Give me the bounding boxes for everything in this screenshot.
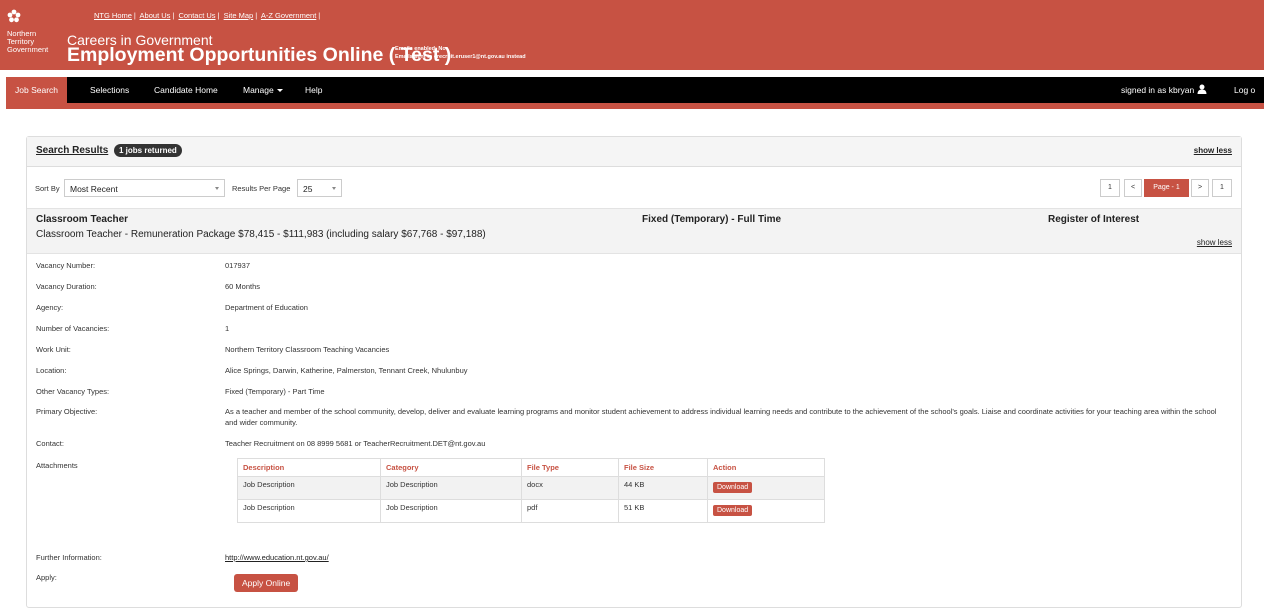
field-label: Location: bbox=[36, 366, 67, 375]
attachment-category: Job Description bbox=[380, 476, 522, 500]
attachment-category: Job Description bbox=[380, 499, 522, 523]
email-notice-line-1: Emails enabled: No bbox=[395, 46, 446, 52]
link-a-z-government[interactable]: A-Z Government bbox=[261, 11, 316, 20]
column-header: File Type bbox=[521, 458, 619, 477]
nav-selections[interactable]: Selections bbox=[90, 77, 129, 103]
field-label: Vacancy Number: bbox=[36, 261, 96, 270]
pagination-last[interactable]: 1 bbox=[1212, 179, 1232, 197]
ntg-logo[interactable]: Northern Territory Government bbox=[7, 9, 55, 54]
apply-online-button[interactable]: Apply Online bbox=[234, 574, 299, 592]
field-label: Other Vacancy Types: bbox=[36, 387, 110, 396]
nav-job-search[interactable]: Job Search bbox=[6, 77, 67, 103]
attachment-action-cell: Download bbox=[707, 499, 825, 523]
logo-text: Northern Territory Government bbox=[7, 30, 55, 54]
attachment-file-type: docx bbox=[521, 476, 619, 500]
nav-logout[interactable]: Log o bbox=[1234, 77, 1255, 103]
job-title: Classroom Teacher bbox=[36, 214, 129, 225]
sort-by-label: Sort By bbox=[35, 184, 60, 193]
table-header-row: Description Category File Type File Size… bbox=[237, 458, 825, 477]
table-row: Job Description Job Description pdf 51 K… bbox=[237, 499, 825, 523]
job-employment-type: Fixed (Temporary) - Full Time bbox=[642, 214, 782, 225]
primary-objective: As a teacher and member of the school co… bbox=[225, 407, 1217, 427]
pagination-first[interactable]: 1 bbox=[1100, 179, 1120, 197]
sort-by-value: Most Recent bbox=[70, 184, 118, 194]
nav-candidate-home[interactable]: Candidate Home bbox=[154, 77, 218, 103]
vacancy-duration: 60 Months bbox=[225, 282, 261, 291]
agency: Department of Education bbox=[225, 303, 308, 312]
job-show-less-link[interactable]: show less bbox=[1197, 238, 1232, 247]
site-title: Employment Opportunities Online ( Test ) bbox=[67, 44, 452, 66]
results-header: Search Results 1 jobs returned show less bbox=[27, 137, 1241, 167]
email-notice: Emails enabled: No Emails sent to erecru… bbox=[395, 45, 526, 61]
signed-in-label: signed in as kbryan bbox=[1121, 85, 1195, 95]
column-header: File Size bbox=[618, 458, 708, 477]
email-notice-line-2: Emails sent to erecruit.eruser1@nt.gov.a… bbox=[395, 54, 526, 60]
per-page-value: 25 bbox=[303, 184, 313, 194]
link-contact-us[interactable]: Contact Us bbox=[178, 11, 215, 20]
pagination-current[interactable]: Page - 1 bbox=[1144, 179, 1189, 197]
results-show-less-link[interactable]: show less bbox=[1194, 146, 1232, 155]
further-info-label: Further Information: bbox=[36, 553, 102, 562]
link-ntg-home[interactable]: NTG Home bbox=[94, 11, 132, 20]
search-results-title[interactable]: Search Results bbox=[36, 145, 108, 156]
field-label: Number of Vacancies: bbox=[36, 324, 110, 333]
other-vacancy-types: Fixed (Temporary) - Part Time bbox=[225, 387, 325, 396]
results-controls: Sort By Most Recent Results Per Page 25 bbox=[27, 167, 1241, 208]
top-links: NTG Home | About Us | Contact Us | Site Map… bbox=[94, 11, 321, 20]
results-per-page-select[interactable]: 25 bbox=[297, 179, 342, 197]
field-label: Agency: bbox=[36, 303, 64, 312]
chevron-down-icon bbox=[215, 187, 219, 190]
attachments-label: Attachments bbox=[36, 461, 78, 470]
column-header: Category bbox=[380, 458, 522, 477]
column-header: Description bbox=[237, 458, 381, 477]
attachment-description: Job Description bbox=[237, 476, 381, 500]
column-header: Action bbox=[707, 458, 825, 477]
pagination-prev[interactable]: < bbox=[1124, 179, 1142, 197]
download-button[interactable]: Download bbox=[713, 482, 753, 493]
attachment-action-cell: Download bbox=[707, 476, 825, 500]
signed-in-user[interactable]: signed in as kbryan bbox=[1121, 77, 1207, 103]
attachment-file-size: 51 KB bbox=[618, 499, 708, 523]
field-label: Contact: bbox=[36, 439, 64, 448]
results-per-page-label: Results Per Page bbox=[232, 184, 291, 193]
job-remuneration: Classroom Teacher - Remuneration Package… bbox=[36, 229, 486, 240]
nav-accent-bar bbox=[6, 103, 1264, 109]
nav-help[interactable]: Help bbox=[305, 77, 322, 103]
main-nav: Job Search Selections Candidate Home Man… bbox=[6, 77, 1264, 103]
pagination-next[interactable]: > bbox=[1191, 179, 1209, 197]
flower-logo-icon bbox=[7, 9, 21, 23]
apply-label: Apply: bbox=[36, 573, 57, 582]
contact: Teacher Recruitment on 08 8999 5681 or T… bbox=[225, 439, 486, 448]
nav-manage[interactable]: Manage bbox=[243, 77, 283, 103]
vacancy-number: 017937 bbox=[225, 261, 251, 270]
caret-down-icon bbox=[276, 89, 283, 93]
job-register-of-interest: Register of Interest bbox=[1048, 214, 1140, 225]
number-of-vacancies: 1 bbox=[225, 324, 230, 333]
attachment-file-size: 44 KB bbox=[618, 476, 708, 500]
chevron-down-icon bbox=[332, 187, 336, 190]
link-site-map[interactable]: Site Map bbox=[224, 11, 254, 20]
logo-line-3: Government bbox=[7, 45, 49, 54]
work-unit: Northern Territory Classroom Teaching Va… bbox=[225, 345, 390, 354]
nav-manage-label: Manage bbox=[243, 85, 274, 95]
search-results-panel: Search Results 1 jobs returned show less… bbox=[26, 136, 1242, 608]
user-icon bbox=[1197, 84, 1207, 94]
field-label: Vacancy Duration: bbox=[36, 282, 97, 291]
job-summary-header[interactable]: Classroom Teacher Classroom Teacher - Re… bbox=[27, 208, 1241, 254]
attachments-table: Description Category File Type File Size… bbox=[237, 458, 825, 523]
field-label: Primary Objective: bbox=[36, 407, 98, 416]
table-row: Job Description Job Description docx 44 … bbox=[237, 476, 825, 500]
download-button[interactable]: Download bbox=[713, 505, 753, 516]
site-header: Northern Territory Government NTG Home | … bbox=[0, 0, 1264, 70]
further-info-link[interactable]: http://www.education.nt.gov.au/ bbox=[225, 553, 329, 562]
attachment-file-type: pdf bbox=[521, 499, 619, 523]
field-label: Work Unit: bbox=[36, 345, 71, 354]
sort-by-select[interactable]: Most Recent bbox=[64, 179, 225, 197]
attachment-description: Job Description bbox=[237, 499, 381, 523]
link-about-us[interactable]: About Us bbox=[140, 11, 171, 20]
jobs-count-badge: 1 jobs returned bbox=[114, 144, 182, 157]
location: Alice Springs, Darwin, Katherine, Palmer… bbox=[225, 366, 468, 375]
